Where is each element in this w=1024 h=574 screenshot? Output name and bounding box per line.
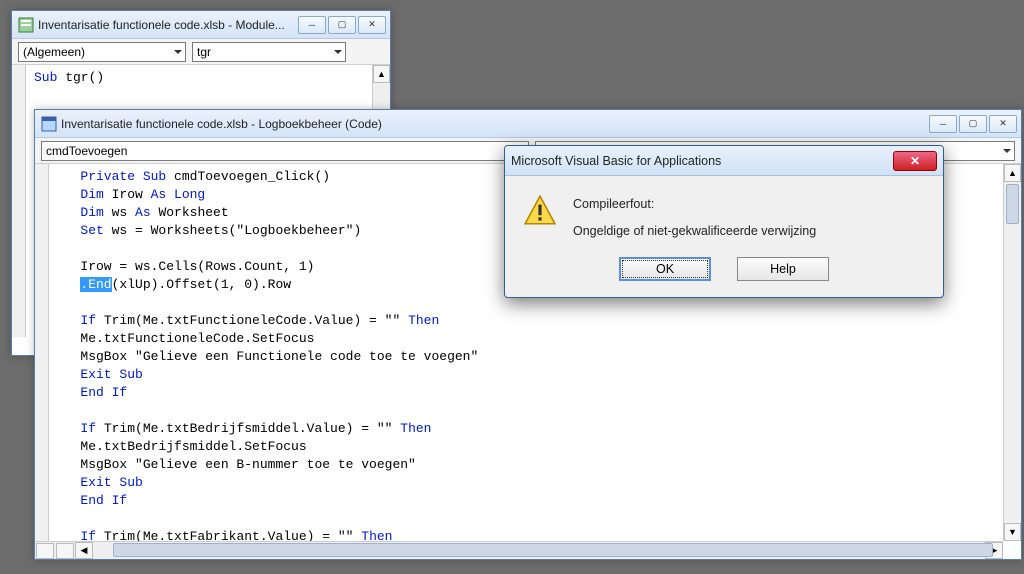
dialog-message: Compileerfout: Ongeldige of niet-gekwali… [573,194,816,243]
scroll-up-icon[interactable]: ▲ [1004,164,1021,182]
object-combo[interactable]: (Algemeen) [18,42,186,62]
scroll-thumb[interactable] [1006,184,1019,224]
minimize-button[interactable]: ─ [298,16,326,34]
gutter [12,65,26,337]
dialog-title: Microsoft Visual Basic for Applications [511,154,893,168]
procedure-combo[interactable]: tgr [192,42,346,62]
module-toolbar: (Algemeen) tgr [12,39,390,65]
dialog-titlebar[interactable]: Microsoft Visual Basic for Applications … [505,146,943,176]
dialog-buttons: OK Help [505,251,943,297]
dialog-heading: Compileerfout: [573,194,816,215]
vertical-scrollbar[interactable]: ▲ ▼ [1003,164,1021,541]
code-title: Inventarisatie functionele code.xlsb - L… [61,117,929,131]
hscroll-thumb[interactable] [113,543,993,557]
scroll-down-icon[interactable]: ▼ [1004,523,1021,541]
close-button[interactable]: ✕ [358,16,386,34]
vba-module-icon [18,17,34,33]
error-dialog[interactable]: Microsoft Visual Basic for Applications … [504,145,944,298]
dialog-text: Ongeldige of niet-gekwalificeerde verwij… [573,221,816,242]
horizontal-scrollbar[interactable]: ◀ ▶ [35,541,1003,559]
procedure-combo-value: tgr [197,45,211,59]
ok-button[interactable]: OK [619,257,711,281]
dialog-close-button[interactable]: ✕ [893,151,937,171]
view-full-module-icon[interactable] [36,543,54,559]
maximize-button[interactable]: ▢ [959,115,987,133]
module-titlebar[interactable]: Inventarisatie functionele code.xlsb - M… [12,11,390,39]
gutter [35,164,49,541]
scroll-up-icon[interactable]: ▲ [373,65,390,83]
maximize-button[interactable]: ▢ [328,16,356,34]
object-combo[interactable]: cmdToevoegen [41,141,529,161]
dialog-body: Compileerfout: Ongeldige of niet-gekwali… [505,176,943,251]
module-title: Inventarisatie functionele code.xlsb - M… [38,18,298,32]
vba-form-icon [41,116,57,132]
minimize-button[interactable]: ─ [929,115,957,133]
help-button[interactable]: Help [737,257,829,281]
warning-icon [523,194,557,228]
scroll-left-icon[interactable]: ◀ [75,542,93,559]
object-combo-value: cmdToevoegen [46,144,127,158]
code-titlebar[interactable]: Inventarisatie functionele code.xlsb - L… [35,110,1021,138]
view-procedure-icon[interactable] [56,543,74,559]
object-combo-value: (Algemeen) [23,45,85,59]
close-button[interactable]: ✕ [989,115,1017,133]
